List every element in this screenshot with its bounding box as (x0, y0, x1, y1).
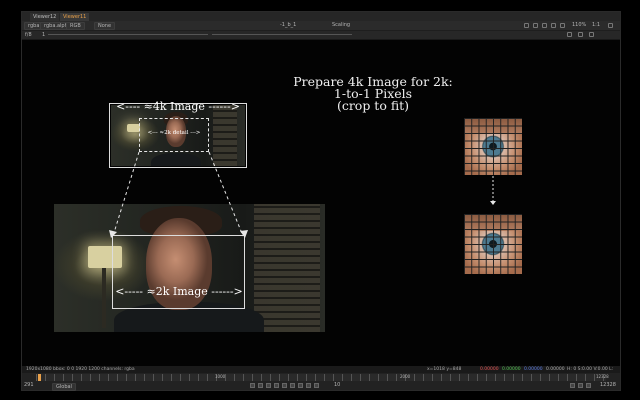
proxy-icon[interactable] (533, 23, 538, 28)
current-frame-field[interactable]: 291 (24, 381, 34, 390)
left-scale-arrow (112, 151, 140, 237)
out-point-button[interactable] (586, 383, 591, 388)
viewer-toolbar: rgba rgba.alpha RGB None -1_b_1 Scaling … (22, 21, 620, 31)
prev-frame-button[interactable] (266, 383, 271, 388)
guides-icon[interactable] (542, 23, 547, 28)
end-frame-field[interactable]: 12328 (600, 381, 616, 390)
stop-button[interactable] (282, 383, 287, 388)
eye-pixel-grid-bottom (464, 214, 522, 274)
fstop-field[interactable]: f/8 (25, 31, 32, 39)
prev-keyframe-button[interactable] (258, 383, 263, 388)
ruler-end-frame: 12328 (596, 374, 609, 379)
play-forward-button[interactable] (290, 383, 295, 388)
clip-warning-icon[interactable] (560, 23, 565, 28)
input-a-selector[interactable]: -1_b_1 (280, 21, 296, 30)
last-frame-button[interactable] (314, 383, 319, 388)
scale-arrows (109, 151, 496, 238)
green-value: 0.00000 (502, 367, 521, 372)
increment-field[interactable]: 10 (334, 381, 340, 390)
ruler-tick-1000: 1000 (215, 374, 226, 379)
settings-icon[interactable] (608, 23, 613, 28)
red-value: 0.00000 (480, 367, 499, 372)
blue-value: 0.00000 (524, 367, 543, 372)
ruler-tick-2000: 2000 (400, 374, 411, 379)
display-lut-dropdown[interactable]: None (94, 22, 116, 30)
screen: Viewer12 Viewer11 rgba rgba.alpha RGB No… (0, 0, 640, 400)
tab-viewer11[interactable]: Viewer11 (60, 13, 90, 21)
right-arrowhead (240, 230, 248, 238)
frame-range-mode-dropdown[interactable]: Global (52, 383, 76, 391)
gamma-slider[interactable] (212, 34, 352, 35)
viewer-canvas[interactable]: Prepare 4k Image for 2k: 1-to-1 Pixels (… (22, 40, 620, 366)
pixel-info-bar: 1920x1080 bbox: 0 0 1920 1200 channels: … (22, 366, 620, 379)
first-frame-button[interactable] (250, 383, 255, 388)
in-point-button[interactable] (578, 383, 583, 388)
lut-icon[interactable] (567, 32, 572, 37)
format-info: 1920x1080 bbox: 0 0 1920 1200 channels: … (26, 367, 135, 372)
cursor-coords: x=1018 y=848 (427, 367, 462, 372)
zoom-dropdown[interactable]: 110% (572, 21, 586, 30)
timeline-bar: 1000 2000 12328 291 Global 10 12328 (22, 373, 620, 391)
gain-field[interactable]: 1 (42, 31, 45, 39)
colorspace-dropdown[interactable]: RGB (66, 22, 85, 30)
viewer-toolbar-secondary: f/8 1 (22, 31, 620, 39)
roi-icon[interactable] (524, 23, 529, 28)
timeline-ruler[interactable] (36, 374, 606, 381)
eye-down-arrowhead (490, 201, 496, 205)
next-frame-button[interactable] (298, 383, 303, 388)
playhead[interactable] (38, 374, 41, 381)
left-arrowhead (109, 230, 117, 238)
eye-pixel-grid-top (464, 118, 522, 175)
gain-slider[interactable] (48, 34, 208, 35)
nuke-viewer-window: Viewer12 Viewer11 rgba rgba.alpha RGB No… (21, 11, 621, 391)
right-scale-arrow (208, 151, 244, 237)
mask-icon[interactable] (551, 23, 556, 28)
wipe-icon[interactable] (589, 32, 594, 37)
play-backward-button[interactable] (274, 383, 279, 388)
next-keyframe-button[interactable] (306, 383, 311, 388)
loop-mode-button[interactable] (570, 383, 575, 388)
tab-viewer12[interactable]: Viewer12 (30, 13, 60, 21)
viewer-tab-bar: Viewer12 Viewer11 (22, 12, 620, 21)
input-b-selector[interactable]: Scaling (332, 21, 350, 30)
alpha-value: 0.00000 (546, 367, 565, 372)
compare-icon[interactable] (578, 32, 583, 37)
pixel-ratio-dropdown[interactable]: 1:1 (592, 21, 600, 30)
